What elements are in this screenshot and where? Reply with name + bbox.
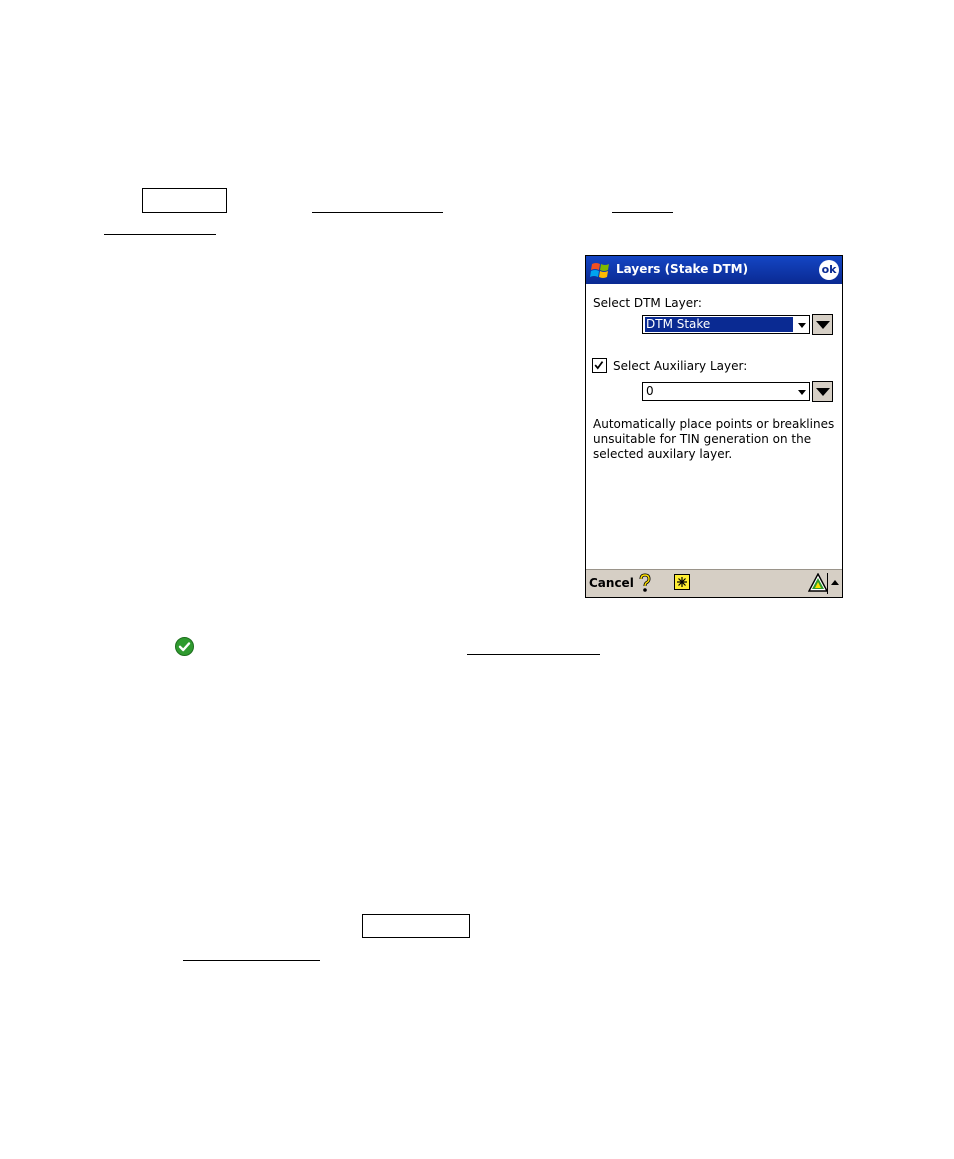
document-boxed-term-2 xyxy=(362,914,470,938)
auxiliary-layer-value: 0 xyxy=(646,384,654,398)
survey-triangle-icon[interactable] xyxy=(808,573,828,593)
sip-divider xyxy=(827,573,828,594)
chevron-down-icon xyxy=(798,323,806,328)
title-bar: Layers (Stake DTM) ok xyxy=(586,256,842,284)
dialog-content: Select DTM Layer: DTM Stake Select Auxil… xyxy=(586,284,842,569)
cancel-button[interactable]: Cancel xyxy=(589,576,634,590)
dtm-layer-label: Select DTM Layer: xyxy=(593,296,702,310)
triangle-down-icon xyxy=(816,388,830,396)
auxiliary-layer-checkbox[interactable] xyxy=(592,358,607,373)
triangle-down-icon xyxy=(816,321,830,329)
menu-bar: Cancel xyxy=(586,569,842,597)
dtm-layer-value: DTM Stake xyxy=(645,317,793,332)
star-glyph-icon xyxy=(677,577,687,587)
window-title: Layers (Stake DTM) xyxy=(616,262,749,276)
description-text: Automatically place points or breaklines… xyxy=(593,417,835,461)
auxiliary-layer-label: Select Auxiliary Layer: xyxy=(613,359,748,373)
chevron-down-icon xyxy=(798,390,806,395)
document-underline-5 xyxy=(183,960,320,961)
star-icon[interactable] xyxy=(674,574,690,590)
green-check-icon xyxy=(175,637,194,656)
dtm-layer-select[interactable]: DTM Stake xyxy=(642,315,810,334)
document-boxed-term-1 xyxy=(142,188,227,213)
windows-start-icon[interactable] xyxy=(589,259,613,281)
layers-dialog: Layers (Stake DTM) ok Select DTM Layer: … xyxy=(585,255,843,598)
document-underline-1 xyxy=(312,212,443,213)
ok-button[interactable]: ok xyxy=(819,260,839,280)
document-underline-4 xyxy=(467,654,600,655)
document-underline-2 xyxy=(612,212,673,213)
sip-up-arrow-icon[interactable] xyxy=(831,580,839,585)
dtm-layer-list-button[interactable] xyxy=(812,314,833,335)
checkmark-icon xyxy=(594,361,604,370)
help-question-icon[interactable] xyxy=(638,573,652,593)
document-underline-3 xyxy=(104,234,216,235)
auxiliary-layer-select[interactable]: 0 xyxy=(642,382,810,401)
auxiliary-layer-list-button[interactable] xyxy=(812,381,833,402)
